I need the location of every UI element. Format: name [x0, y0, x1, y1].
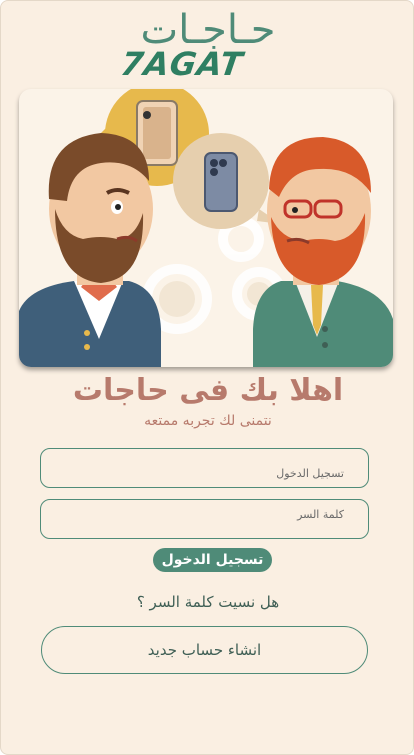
username-input[interactable]	[41, 449, 368, 487]
man-left	[19, 133, 161, 367]
login-screen: حـاجـات 7AGAT اهلا بك فى حاجات نتمنى لك …	[0, 0, 414, 755]
logo-latin: 7AGAT	[118, 45, 246, 83]
hero-illustration	[19, 89, 393, 367]
forgot-password-link[interactable]: هل نسيت كلمة السر ؟	[1, 593, 413, 611]
welcome-subtitle: نتمنى لك تجربه ممتعه	[144, 413, 272, 429]
man-right	[253, 137, 393, 367]
create-account-button[interactable]: انشاء حساب جديد	[41, 626, 368, 674]
username-field[interactable]	[40, 448, 369, 488]
password-field[interactable]	[40, 499, 369, 539]
login-button[interactable]: تسجيل الدخول	[153, 548, 272, 572]
welcome-title: اهلا بك فى حاجات	[72, 373, 344, 408]
password-input[interactable]	[41, 500, 368, 538]
people-exchange-phones-illustration	[19, 89, 393, 367]
